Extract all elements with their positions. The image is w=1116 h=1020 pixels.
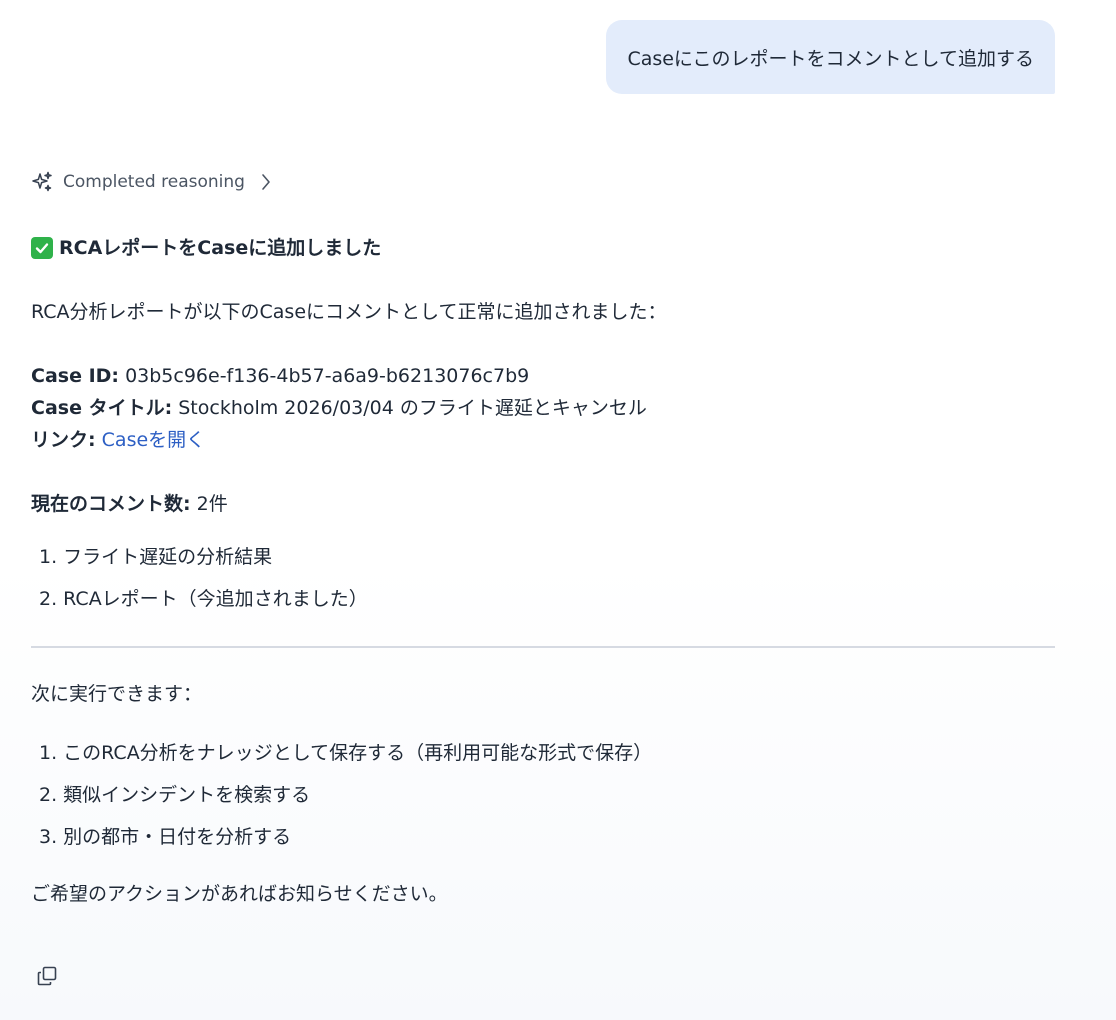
case-title-row: Case タイトル: Stockholm 2026/03/04 のフライト遅延と… bbox=[31, 392, 1055, 424]
list-item: 2. 類似インシデントを検索する bbox=[39, 784, 311, 806]
reasoning-label: Completed reasoning bbox=[63, 172, 245, 192]
list-item: 1. フライト遅延の分析結果 bbox=[39, 546, 273, 568]
copy-icon[interactable] bbox=[35, 964, 59, 988]
case-title-value: Stockholm 2026/03/04 のフライト遅延とキャンセル bbox=[178, 397, 647, 419]
comment-count-value: 2件 bbox=[196, 493, 228, 515]
case-link-row: リンク: Caseを開く bbox=[31, 424, 1055, 456]
case-title-label: Case タイトル: bbox=[31, 397, 173, 419]
answer-heading-text: RCAレポートをCaseに追加しました bbox=[59, 237, 382, 259]
case-id-value: 03b5c96e-f136-4b57-a6a9-b6213076c7b9 bbox=[125, 365, 530, 387]
comment-list: 1. フライト遅延の分析結果 2. RCAレポート（今追加されました） bbox=[31, 536, 1055, 620]
case-id-label: Case ID: bbox=[31, 365, 120, 387]
answer-heading: RCAレポートをCaseに追加しました bbox=[31, 232, 1055, 264]
next-actions-list: 1. このRCA分析をナレッジとして保存する（再利用可能な形式で保存） 2. 類… bbox=[31, 732, 1055, 858]
case-id-row: Case ID: 03b5c96e-f136-4b57-a6a9-b621307… bbox=[31, 360, 1055, 392]
closing-text: ご希望のアクションがあればお知らせください。 bbox=[31, 883, 448, 905]
next-intro: 次に実行できます： bbox=[31, 683, 203, 705]
comment-count-label: 現在のコメント数: bbox=[31, 493, 191, 515]
completed-reasoning-toggle[interactable]: Completed reasoning bbox=[30, 170, 274, 194]
check-mark-icon bbox=[31, 237, 53, 259]
list-item: 3. 別の都市・日付を分析する bbox=[39, 826, 292, 848]
chevron-right-icon bbox=[258, 171, 274, 193]
user-message-text: Caseにこのレポートをコメントとして追加する bbox=[627, 47, 1034, 70]
list-item: 1. このRCA分析をナレッジとして保存する（再利用可能な形式で保存） bbox=[39, 742, 653, 764]
comment-count-row: 現在のコメント数: 2件 bbox=[31, 488, 1055, 520]
answer-intro: RCA分析レポートが以下のCaseにコメントとして正常に追加されました： bbox=[31, 301, 667, 323]
sparkles-icon bbox=[30, 170, 54, 194]
assistant-answer: RCAレポートをCaseに追加しました RCA分析レポートが以下のCaseにコメ… bbox=[31, 232, 1055, 910]
case-link-label: リンク: bbox=[31, 429, 96, 451]
user-message-bubble: Caseにこのレポートをコメントとして追加する bbox=[606, 20, 1055, 94]
list-item: 2. RCAレポート（今追加されました） bbox=[39, 588, 368, 610]
open-case-link[interactable]: Caseを開く bbox=[102, 429, 206, 451]
